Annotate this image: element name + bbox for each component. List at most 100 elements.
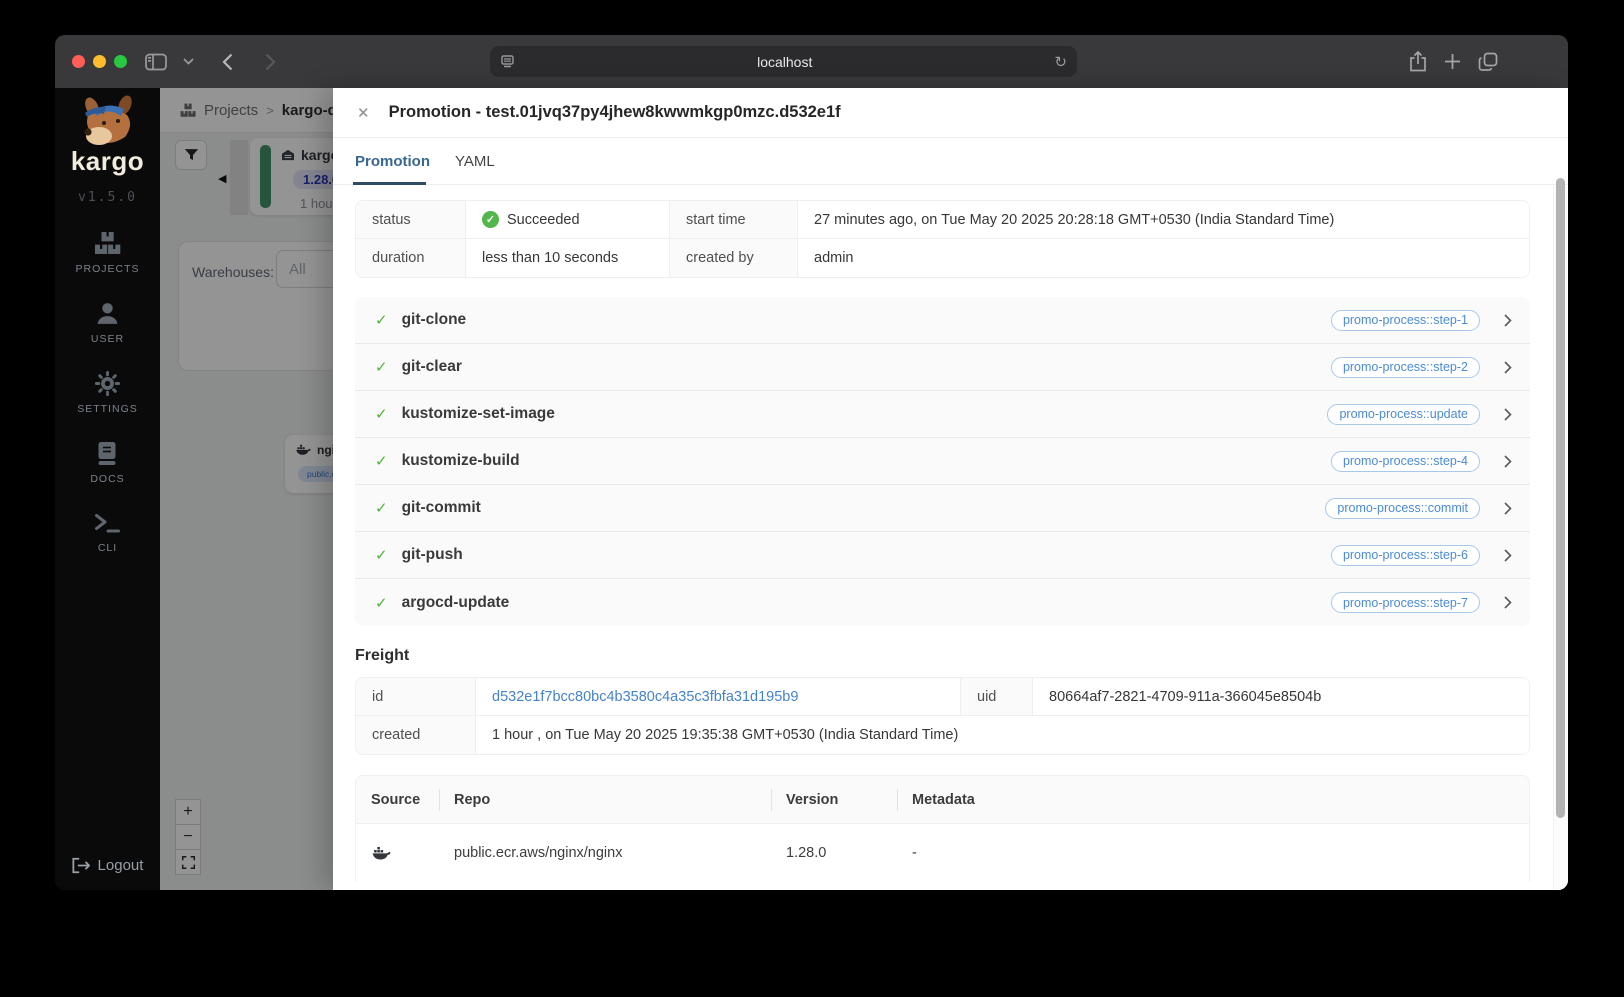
freight-uid-label: uid [961,678,1033,716]
traffic-lights [72,35,127,88]
sidebar: kargo v1.5.0 PROJECTS USER SETTINGS DOCS… [55,88,160,890]
step-row-git-clone[interactable]: ✓ git-clone promo-process::step-1 [355,297,1530,344]
chevron-right-icon[interactable] [1504,360,1512,374]
freight-artifacts-table: Source Repo Version Metadata public.ecr.… [355,775,1530,882]
projects-icon [94,232,121,254]
tab-overview-icon[interactable] [1478,52,1498,72]
sidebar-item-cli[interactable]: CLI [94,511,121,554]
browser-window: localhost ↻ kargo v1.5.0 PROJECTS USER S… [55,35,1568,890]
freight-details-table: id d532e1f7bcc80bc4b3580c4a35c3fbfa31d19… [355,677,1530,755]
success-check-icon: ✓ [482,211,499,228]
created-by-label: created by [670,239,798,277]
forward-icon[interactable] [265,53,276,71]
chevron-right-icon[interactable] [1504,407,1512,421]
step-row-argocd-update[interactable]: ✓ argocd-update promo-process::step-7 [355,579,1530,626]
tab-promotion[interactable]: Promotion [355,138,430,184]
step-row-git-push[interactable]: ✓ git-push promo-process::step-6 [355,532,1530,579]
column-header-version: Version [771,776,897,823]
kargo-wordmark: kargo [70,146,145,176]
modal-tabs: Promotion YAML [333,138,1568,185]
logout-button[interactable]: Logout [71,857,143,874]
refresh-icon[interactable]: ↻ [1054,53,1067,71]
chevron-right-icon[interactable] [1504,548,1512,562]
promotion-summary-table: status ✓ Succeeded start time 27 minutes… [355,200,1530,278]
step-success-icon: ✓ [375,453,388,470]
freight-created-value: 1 hour , on Tue May 20 2025 19:35:38 GMT… [476,716,1529,754]
step-alias-badge: promo-process::update [1327,403,1480,425]
step-alias-badge: promo-process::step-7 [1330,592,1480,613]
sidebar-item-user[interactable]: USER [91,301,124,345]
close-window-button[interactable] [72,55,85,68]
artifacts-header-row: Source Repo Version Metadata [356,776,1529,824]
logout-icon [71,857,90,874]
chevron-right-icon[interactable] [1504,454,1512,468]
step-row-kustomize-build[interactable]: ✓ kustomize-build promo-process::step-4 [355,438,1530,485]
docker-icon [371,846,391,859]
start-time-value: 27 minutes ago, on Tue May 20 2025 20:28… [798,201,1529,239]
artifact-version-cell: 1.28.0 [786,845,827,861]
modal-title: Promotion - test.01jvq37py4jhew8kwwmkgp0… [388,103,841,121]
user-icon [97,303,118,324]
docs-icon [98,442,116,465]
step-row-git-clear[interactable]: ✓ git-clear promo-process::step-2 [355,344,1530,391]
chevron-down-icon[interactable] [183,58,194,65]
step-success-icon: ✓ [375,594,388,612]
duration-value: less than 10 seconds [466,239,670,277]
step-success-icon: ✓ [375,359,388,376]
sidebar-toggle-icon[interactable] [145,53,167,71]
page-format-icon[interactable] [500,54,515,69]
active-tab-indicator [353,182,426,185]
chevron-right-icon[interactable] [1504,501,1512,515]
freight-id-link[interactable]: d532e1f7bcc80bc4b3580c4a35c3fbfa31d195b9 [492,689,798,705]
browser-titlebar: localhost ↻ [55,35,1568,88]
column-header-source: Source [371,791,421,808]
sidebar-item-projects[interactable]: PROJECTS [75,231,139,275]
settings-icon [94,371,120,396]
chevron-right-icon[interactable] [1504,313,1512,327]
chevron-right-icon[interactable] [1504,596,1512,609]
step-success-icon: ✓ [375,406,388,423]
status-label: status [356,201,466,239]
promotion-steps-list: ✓ git-clone promo-process::step-1 ✓ git-… [355,297,1530,626]
step-alias-badge: promo-process::step-2 [1330,356,1480,378]
close-icon[interactable]: ✕ [357,104,370,122]
minimize-window-button[interactable] [93,55,106,68]
column-header-repo: Repo [439,776,771,823]
screenshot-root: localhost ↻ kargo v1.5.0 PROJECTS USER S… [0,0,1624,997]
status-value: ✓ Succeeded [466,201,670,239]
freight-heading: Freight [355,647,410,664]
step-alias-badge: promo-process::step-4 [1330,450,1480,472]
app-viewport: kargo v1.5.0 PROJECTS USER SETTINGS DOCS… [55,88,1568,890]
created-by-value: admin [798,239,1529,277]
kargo-brand[interactable]: kargo [71,94,144,177]
modal-scrollbar-thumb[interactable] [1556,178,1565,818]
start-time-label: start time [670,201,798,239]
step-success-icon: ✓ [375,500,388,517]
step-row-kustomize-set-image[interactable]: ✓ kustomize-set-image promo-process::upd… [355,391,1530,438]
share-icon[interactable] [1409,51,1427,72]
artifact-source-cell [356,824,439,882]
column-header-metadata: Metadata [897,776,1529,823]
cli-icon [94,514,120,533]
artifact-metadata-cell: - [912,845,917,861]
address-bar[interactable]: localhost ↻ [490,46,1077,77]
step-alias-badge: promo-process::step-6 [1330,544,1480,566]
step-row-git-commit[interactable]: ✓ git-commit promo-process::commit [355,485,1530,532]
sidebar-item-settings[interactable]: SETTINGS [77,371,138,415]
maximize-window-button[interactable] [114,55,127,68]
step-alias-badge: promo-process::commit [1325,497,1480,519]
step-success-icon: ✓ [375,547,388,564]
step-success-icon: ✓ [375,312,388,329]
back-icon[interactable] [222,53,233,71]
modal-header: ✕ Promotion - test.01jvq37py4jhew8kwwmkg… [333,88,1568,138]
freight-uid-value: 80664af7-2821-4709-911a-366045e8504b [1033,678,1529,716]
kargo-logo-icon [83,95,132,145]
url-text: localhost [757,53,813,70]
freight-created-label: created [356,716,476,754]
new-tab-icon[interactable] [1444,53,1461,70]
tab-yaml[interactable]: YAML [455,138,495,184]
sidebar-item-docs[interactable]: DOCS [90,441,124,485]
modal-body: status ✓ Succeeded start time 27 minutes… [333,186,1568,890]
promotion-modal: ✕ Promotion - test.01jvq37py4jhew8kwwmkg… [333,88,1568,890]
freight-id-value: d532e1f7bcc80bc4b3580c4a35c3fbfa31d195b9 [476,678,961,716]
